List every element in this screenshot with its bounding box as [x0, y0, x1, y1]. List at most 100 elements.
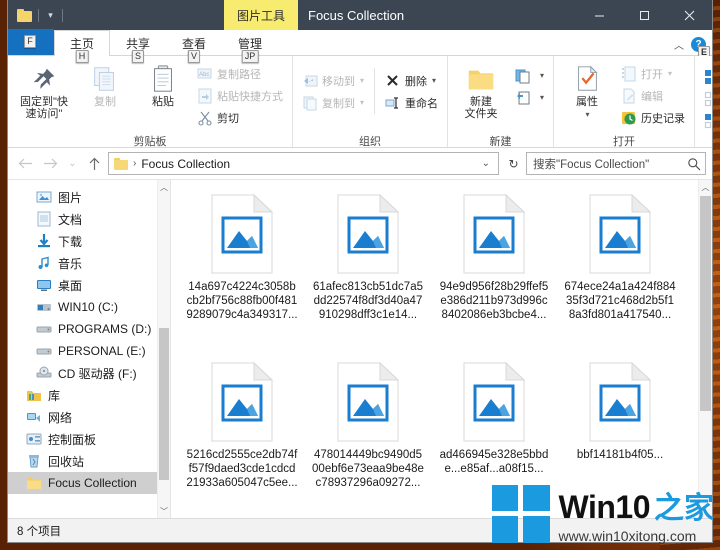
rename-icon: [385, 96, 399, 109]
tab-home[interactable]: 主页 H: [54, 30, 110, 63]
breadcrumb-item[interactable]: Focus Collection: [141, 157, 230, 171]
edit-button[interactable]: 编辑: [617, 85, 689, 106]
file-tile[interactable]: 14a697c4224c3058bcb2bf756c88fb00f4819289…: [179, 190, 305, 358]
cut-button[interactable]: 剪切: [193, 107, 287, 128]
sidebar-item-cd-f[interactable]: CD 驱动器 (F:): [8, 362, 170, 384]
sidebar-item-[interactable]: 库: [8, 384, 170, 406]
forward-button[interactable]: [39, 152, 62, 175]
file-tile[interactable]: 61afec813cb51dc7a5dd22574f8df3d40a479102…: [305, 190, 431, 358]
easy-access-button[interactable]: ▾: [511, 87, 548, 108]
sidebar-item-[interactable]: 控制面板: [8, 428, 170, 450]
content-scrollbar[interactable]: ︿: [698, 180, 712, 518]
file-tile[interactable]: 5216cd2555ce2db74ff57f9daed3cde1cdcd2193…: [179, 358, 305, 518]
file-tile[interactable]: 478014449bc9490d500ebf6e73eaa9be48ec7893…: [305, 358, 431, 518]
navigation-pane: 图片 文档 下载 音乐 桌面 WIN10 (C:) PROGRAMS (D:) PERSONA…: [8, 180, 170, 518]
chevron-down-icon[interactable]: ▾: [668, 69, 672, 78]
sidebar-item-personal-e[interactable]: PERSONAL (E:): [8, 340, 170, 362]
tab-file[interactable]: 文件 F: [8, 29, 54, 55]
close-button[interactable]: [667, 0, 712, 30]
file-list-pane[interactable]: 14a697c4224c3058bcb2bf756c88fb00f4819289…: [170, 180, 712, 518]
open-button[interactable]: 打开 ▾: [617, 63, 689, 84]
chevron-down-icon[interactable]: ▾: [45, 9, 56, 22]
invert-selection-button[interactable]: 反向选择: [700, 110, 712, 131]
folder-icon: [114, 157, 128, 170]
organize-col-2: 删除 ▾ 重命名: [381, 68, 442, 113]
invert-selection-icon: [704, 113, 712, 128]
ribbon-tab-strip: 文件 F 主页 H 共享 S 查看 V 管理 JP ︿ ? E: [8, 29, 712, 63]
move-to-button[interactable]: 移动到 ▾: [298, 70, 368, 91]
folder-icon[interactable]: [17, 8, 32, 22]
quick-access-toolbar[interactable]: ▾: [8, 8, 66, 22]
delete-button[interactable]: 删除 ▾: [381, 70, 442, 91]
recent-locations-button[interactable]: ⌄: [64, 152, 81, 175]
scroll-up-icon[interactable]: ︿: [699, 180, 712, 195]
properties-button[interactable]: 属性 ▾: [559, 61, 615, 127]
tab-view[interactable]: 查看 V: [166, 30, 222, 63]
copy-path-label: 复制路径: [217, 68, 261, 81]
delete-icon: [387, 74, 398, 86]
copy-button[interactable]: 复制: [77, 61, 133, 127]
select-all-button[interactable]: 全部选择: [700, 66, 712, 87]
search-box[interactable]: 搜索"Focus Collection": [526, 152, 706, 175]
new-item-button[interactable]: ▾: [511, 65, 548, 86]
picture-tools-contextual-tab[interactable]: 图片工具: [224, 0, 298, 30]
chevron-down-icon[interactable]: ▾: [360, 98, 364, 107]
divider: [62, 8, 63, 22]
file-tile[interactable]: 94e9d956f28b29ffef5e386d211b973d996c8402…: [431, 190, 557, 358]
up-button[interactable]: [83, 152, 106, 175]
chevron-down-icon[interactable]: ▾: [360, 76, 364, 85]
address-bar[interactable]: › Focus Collection ⌄: [108, 152, 499, 175]
control-panel-icon: [26, 433, 42, 445]
sidebar-item-[interactable]: 回收站: [8, 450, 170, 472]
rename-button[interactable]: 重命名: [381, 92, 442, 113]
tab-share[interactable]: 共享 S: [110, 30, 166, 63]
scrollbar-thumb[interactable]: [159, 328, 169, 480]
minimize-button[interactable]: [577, 0, 622, 30]
sidebar-item-[interactable]: 下载: [8, 230, 170, 252]
title-bar: ▾ 图片工具 Focus Collection: [8, 0, 712, 30]
ribbon-group-open-title: 打开: [613, 135, 636, 148]
chevron-down-icon[interactable]: ▾: [540, 93, 544, 102]
file-tile[interactable]: bbf14181b4f05...: [557, 358, 683, 518]
back-button[interactable]: [14, 152, 37, 175]
paste-button[interactable]: 粘贴: [135, 61, 191, 127]
help-icon[interactable]: ? E: [691, 37, 711, 59]
maximize-button[interactable]: [622, 0, 667, 30]
tab-manage[interactable]: 管理 JP: [222, 30, 278, 63]
new-folder-button[interactable]: 新建 文件夹: [453, 61, 509, 127]
select-none-button[interactable]: 全部取消: [700, 88, 712, 109]
sidebar-item-win10-c[interactable]: WIN10 (C:): [8, 296, 170, 318]
sidebar-item-[interactable]: 图片: [8, 186, 170, 208]
scroll-up-icon[interactable]: ︿: [158, 180, 170, 194]
file-tile[interactable]: ad466945e328e5bbde...e85af...a08f15...: [431, 358, 557, 518]
chevron-down-icon[interactable]: ▾: [586, 110, 590, 119]
scrollbar-thumb[interactable]: [700, 196, 711, 411]
chevron-down-icon[interactable]: ▾: [540, 71, 544, 80]
keytip-view: V: [187, 50, 201, 63]
sidebar-item-[interactable]: 桌面: [8, 274, 170, 296]
chevron-down-icon[interactable]: ▾: [432, 76, 436, 85]
sidebar-item-[interactable]: 文档: [8, 208, 170, 230]
sidebar-item-focus-collection[interactable]: Focus Collection: [8, 472, 170, 494]
history-button[interactable]: 历史记录: [617, 107, 689, 128]
sidebar-item-[interactable]: 网络: [8, 406, 170, 428]
tab-view-label: 查看: [181, 36, 206, 51]
search-input[interactable]: 搜索"Focus Collection": [533, 156, 687, 172]
file-tile[interactable]: 674ece24a1a424f88435f3d721c468d2b5f18a3f…: [557, 190, 683, 358]
chevron-up-icon[interactable]: ︿: [674, 37, 684, 52]
copy-path-button[interactable]: Abc 复制路径: [193, 63, 287, 84]
keytip-manage: JP: [241, 50, 259, 63]
pin-to-quick-access-button[interactable]: 固定到"快 速访问": [13, 61, 75, 127]
paste-shortcut-button[interactable]: 粘贴快捷方式: [193, 85, 287, 106]
sidebar-item-programs-d[interactable]: PROGRAMS (D:): [8, 318, 170, 340]
open-label: 打开: [641, 68, 664, 81]
refresh-button[interactable]: ↻: [501, 152, 524, 175]
chevron-down-icon[interactable]: ⌄: [478, 158, 494, 169]
drive-icon: [36, 326, 52, 333]
navigation-scrollbar[interactable]: ︿ ﹀: [157, 180, 170, 518]
copy-to-button[interactable]: 复制到 ▾: [298, 92, 368, 113]
window-controls: [577, 0, 712, 30]
scroll-down-icon[interactable]: ﹀: [158, 504, 170, 518]
picture-file-icon: [211, 361, 274, 442]
sidebar-item-[interactable]: 音乐: [8, 252, 170, 274]
